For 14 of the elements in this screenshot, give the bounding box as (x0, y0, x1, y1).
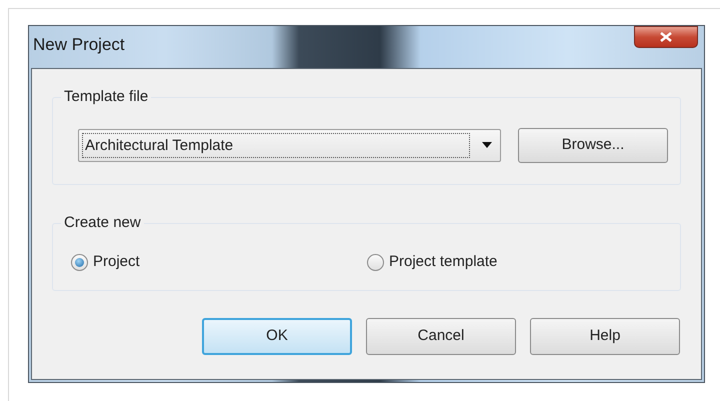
radio-button[interactable] (71, 254, 88, 270)
dialog-button[interactable]: Help (530, 318, 680, 355)
close-icon (660, 32, 672, 42)
browse-button[interactable]: Browse... (518, 128, 668, 162)
dropdown-value: Architectural Template (82, 132, 470, 158)
radio-button[interactable] (367, 254, 384, 270)
dialog-button[interactable]: OK (202, 318, 352, 355)
dropdown-arrow-icon (482, 142, 492, 148)
dialog-button[interactable]: Cancel (366, 318, 516, 355)
window-title: New Project (33, 34, 125, 56)
radio-option[interactable]: Project (71, 250, 367, 274)
radio-option[interactable]: Project template (367, 250, 498, 274)
template-dropdown[interactable]: Architectural Template (78, 128, 501, 162)
close-button[interactable] (634, 26, 698, 48)
